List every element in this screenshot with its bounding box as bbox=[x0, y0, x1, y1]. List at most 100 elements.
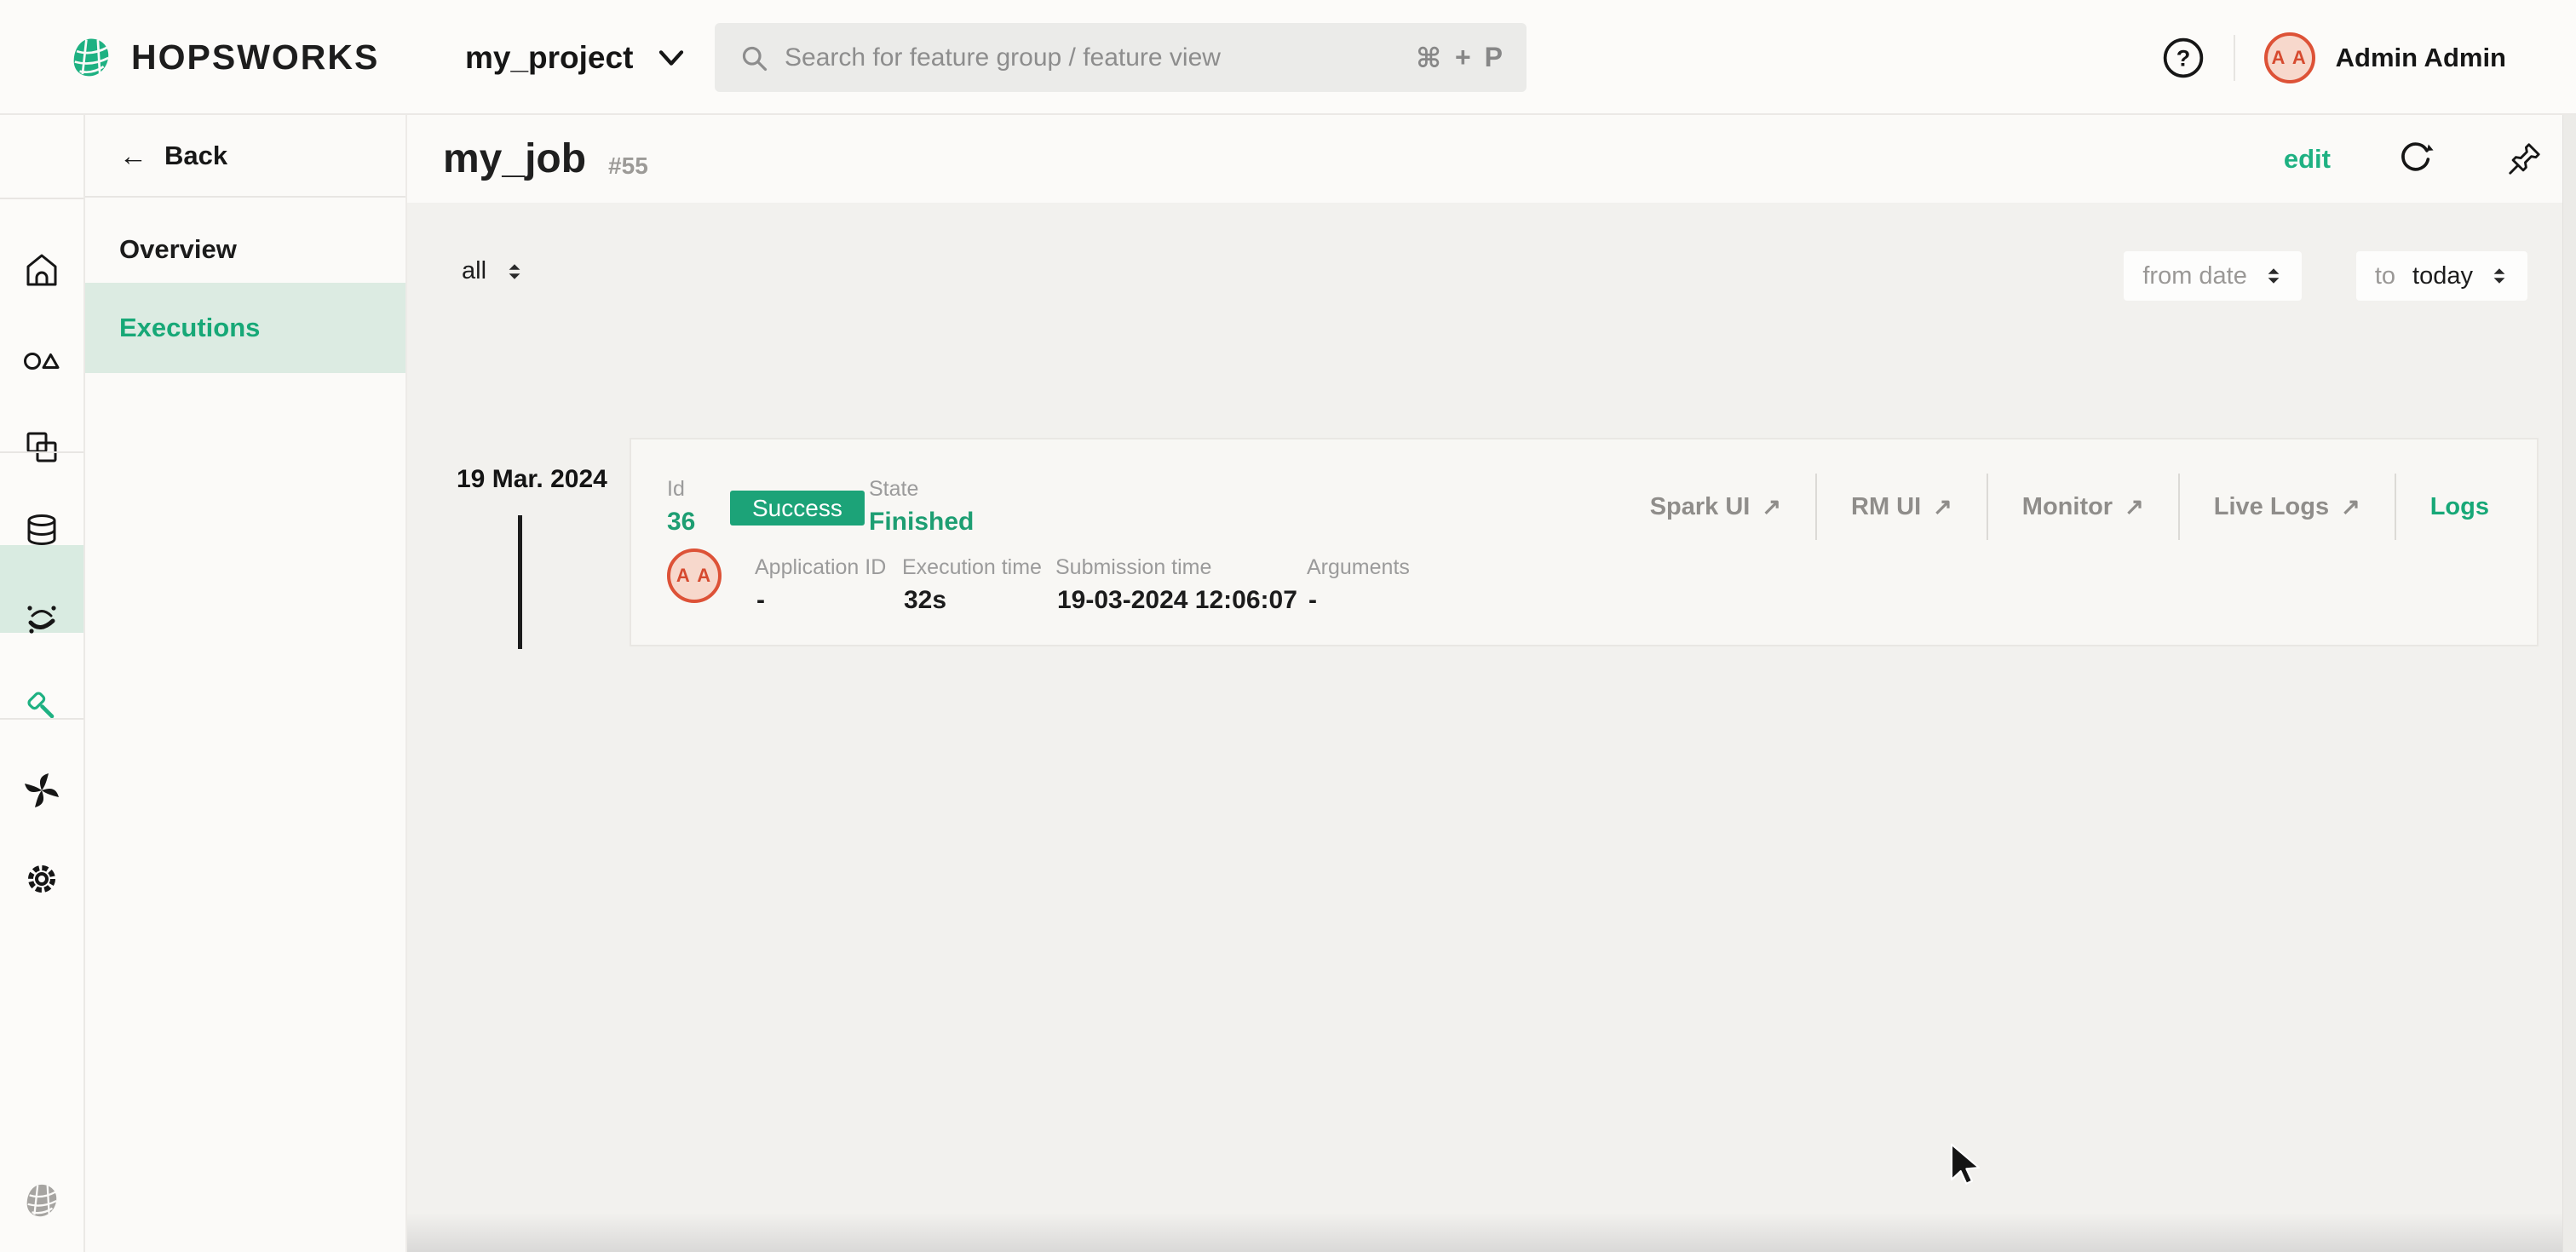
user-menu-button[interactable]: A A Admin Admin bbox=[2264, 32, 2506, 83]
search-icon bbox=[739, 43, 769, 73]
hopsworks-logo-icon bbox=[68, 35, 114, 81]
rail-separator bbox=[0, 718, 83, 720]
rail-separator bbox=[0, 198, 83, 199]
job-nav-item-overview[interactable]: Overview bbox=[85, 216, 405, 283]
external-link-icon: ↗ bbox=[2125, 494, 2144, 520]
back-button[interactable]: ← Back bbox=[85, 115, 405, 198]
field-label: Application ID bbox=[755, 555, 886, 580]
spark-ui-label: Spark UI bbox=[1650, 493, 1751, 521]
timeline-bar bbox=[518, 515, 522, 649]
rail-footer bbox=[0, 1181, 83, 1220]
monitor-button[interactable]: Monitor ↗ bbox=[1987, 474, 2178, 540]
external-link-icon: ↗ bbox=[1933, 494, 1952, 520]
brand: HOPSWORKS bbox=[68, 0, 379, 115]
user-avatar: A A bbox=[2264, 32, 2315, 83]
hammer-icon bbox=[21, 686, 62, 727]
to-date-value: today bbox=[2412, 262, 2473, 290]
spark-ui-button[interactable]: Spark UI ↗ bbox=[1616, 474, 1815, 540]
monitor-label: Monitor bbox=[2022, 493, 2113, 521]
brand-wordmark: HOPSWORKS bbox=[131, 37, 379, 78]
execution-card: Id 36 Success State Finished A A Applica… bbox=[630, 438, 2539, 646]
project-name: my_project bbox=[465, 40, 633, 76]
rm-ui-button[interactable]: RM UI ↗ bbox=[1815, 474, 1987, 540]
type-filter-value: all bbox=[462, 257, 486, 285]
gear-icon bbox=[21, 859, 62, 899]
question-mark-glyph: ? bbox=[2176, 44, 2190, 71]
rail-item-settings[interactable] bbox=[0, 855, 83, 903]
to-prefix: to bbox=[2375, 262, 2395, 290]
field-label: Arguments bbox=[1307, 555, 1410, 580]
date-filters: from date to today bbox=[2124, 251, 2527, 301]
circle-triangle-icon bbox=[21, 341, 62, 382]
field-value: - bbox=[1308, 586, 1317, 615]
chevron-down-icon bbox=[657, 48, 686, 68]
executions-content: all from date to today bbox=[407, 203, 2576, 1252]
overlapping-squares-icon bbox=[21, 427, 62, 468]
rm-ui-label: RM UI bbox=[1851, 493, 1921, 521]
to-date-select[interactable]: to today bbox=[2356, 251, 2527, 301]
execution-type-filter[interactable]: all bbox=[462, 257, 524, 285]
pinwheel-icon bbox=[21, 770, 62, 811]
logs-label: Logs bbox=[2430, 493, 2489, 521]
job-sidebar: ← Back Overview Executions bbox=[85, 115, 407, 1252]
live-logs-button[interactable]: Live Logs ↗ bbox=[2178, 474, 2395, 540]
from-date-value: from date bbox=[2142, 262, 2247, 290]
arcs-dots-icon bbox=[21, 599, 62, 640]
rail-item-collections[interactable] bbox=[0, 423, 83, 471]
rail-item-home[interactable] bbox=[0, 247, 83, 295]
back-arrow-icon: ← bbox=[119, 140, 147, 172]
home-icon bbox=[21, 250, 62, 291]
select-spinner-icon bbox=[2264, 266, 2283, 286]
refresh-button[interactable] bbox=[2395, 140, 2435, 179]
user-name: Admin Admin bbox=[2336, 43, 2506, 73]
status-badge: Success bbox=[730, 491, 865, 525]
execution-actions: Spark UI ↗ RM UI ↗ Monitor ↗ Live Logs ↗… bbox=[1616, 474, 2523, 540]
state-value: Finished bbox=[869, 508, 974, 537]
from-date-select[interactable]: from date bbox=[2124, 251, 2302, 301]
id-label: Id bbox=[667, 477, 685, 502]
bottom-shadow bbox=[407, 1213, 2576, 1252]
global-search: ⌘ + P bbox=[715, 23, 1527, 92]
select-spinner-icon bbox=[505, 261, 524, 282]
overview-label: Overview bbox=[119, 234, 237, 265]
execution-id: 36 bbox=[667, 508, 695, 537]
search-shortcut: ⌘ + P bbox=[1416, 42, 1503, 74]
rail-item-shapes[interactable] bbox=[0, 337, 83, 385]
rail-item-validation[interactable] bbox=[0, 595, 83, 643]
topbar-divider bbox=[2234, 35, 2235, 81]
field-label: Submission time bbox=[1055, 555, 1211, 580]
database-icon bbox=[21, 510, 62, 551]
topbar-right: ? A A Admin Admin bbox=[2162, 0, 2576, 115]
external-link-icon: ↗ bbox=[2341, 494, 2360, 520]
plus-icon: + bbox=[1455, 42, 1471, 73]
logs-button[interactable]: Logs bbox=[2395, 474, 2523, 540]
field-label: Execution time bbox=[902, 555, 1042, 580]
execution-group-date: 19 Mar. 2024 bbox=[457, 465, 607, 494]
topbar: HOPSWORKS my_project ⌘ + P ? A A bbox=[0, 0, 2576, 115]
execution-avatar: A A bbox=[667, 548, 722, 603]
page-title: my_job bbox=[443, 135, 586, 182]
vertical-scrollbar[interactable] bbox=[2562, 115, 2576, 1252]
field-value: 32s bbox=[904, 586, 946, 615]
search-input[interactable] bbox=[785, 43, 1416, 72]
icon-rail bbox=[0, 115, 85, 1252]
main-area: my_job #55 edit all bbox=[407, 115, 2576, 1252]
pin-button[interactable] bbox=[2506, 141, 2542, 177]
executions-label: Executions bbox=[119, 313, 260, 343]
state-label: State bbox=[869, 477, 918, 502]
p-key-label: P bbox=[1485, 42, 1503, 73]
run-id-badge: #55 bbox=[608, 152, 648, 180]
page-header: my_job #55 edit bbox=[407, 115, 2576, 203]
help-button[interactable]: ? bbox=[2162, 37, 2205, 79]
rail-item-datastore[interactable] bbox=[0, 507, 83, 554]
field-value: - bbox=[756, 586, 765, 615]
rail-item-jobs-active[interactable] bbox=[0, 682, 83, 730]
external-link-icon: ↗ bbox=[1762, 494, 1781, 520]
live-logs-label: Live Logs bbox=[2214, 493, 2329, 521]
rail-item-airflow[interactable] bbox=[0, 767, 83, 814]
command-key-icon: ⌘ bbox=[1416, 42, 1441, 74]
edit-button[interactable]: edit bbox=[2284, 144, 2331, 175]
field-value: 19-03-2024 12:06:07 bbox=[1057, 586, 1297, 615]
job-nav-item-executions[interactable]: Executions bbox=[85, 283, 405, 373]
project-selector[interactable]: my_project bbox=[465, 0, 686, 115]
